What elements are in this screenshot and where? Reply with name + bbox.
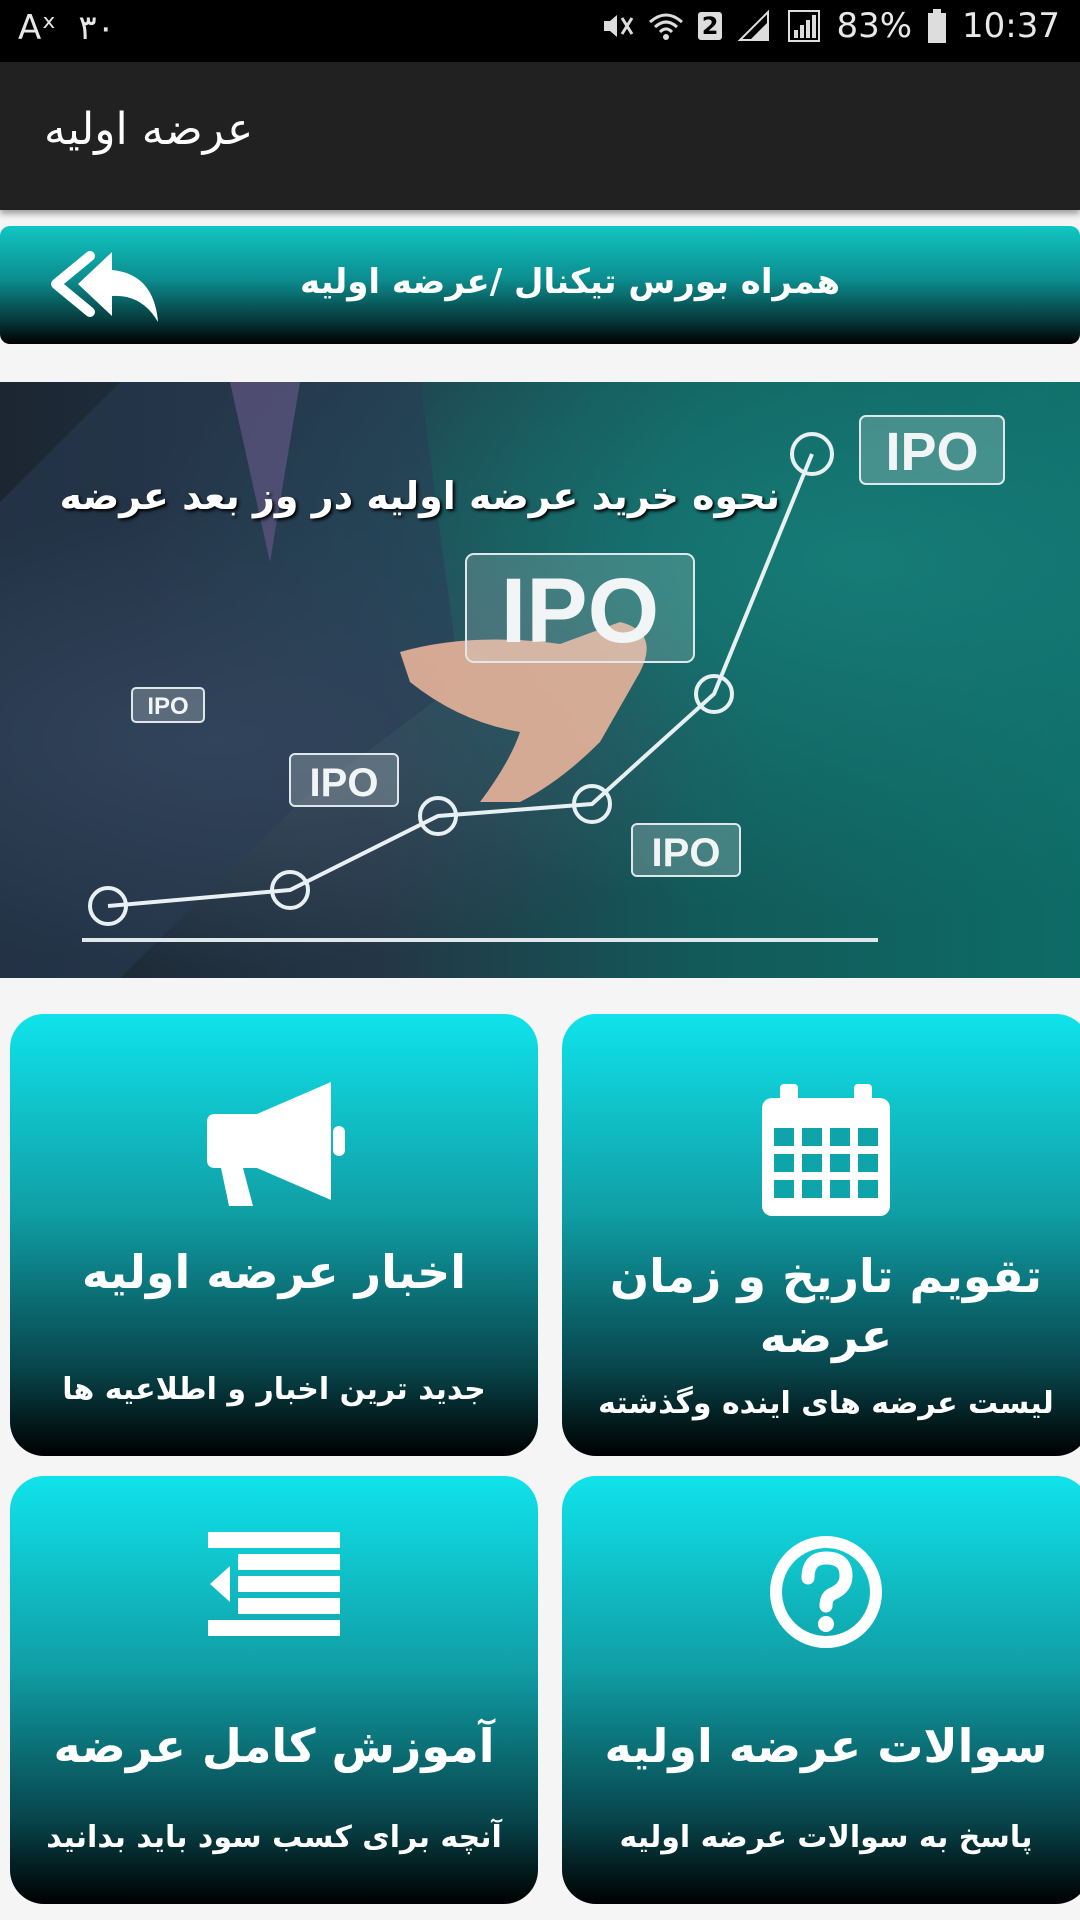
- sim-badge: 2: [697, 12, 723, 40]
- ipo-chart-graphic: IPO IPO IPO IPO IPO: [0, 382, 1005, 978]
- reply-all-back-icon[interactable]: [50, 248, 162, 326]
- list-indent-icon: [208, 1532, 340, 1636]
- font-indicator: Aˣ: [18, 8, 57, 48]
- mute-icon: [603, 15, 634, 37]
- card-title: آموزش کامل عرضه: [53, 1719, 495, 1773]
- ipo-faq-card[interactable]: سوالات عرضه اولیه پاسخ به سوالات عرضه او…: [562, 1476, 1080, 1904]
- card-subtitle: آنچه برای کسب سود باید بدانید: [46, 1820, 502, 1855]
- ipo-label-4: IPO: [652, 831, 721, 875]
- breadcrumb-text: همراه بورس تیکنال /عرضه اولیه: [300, 262, 841, 302]
- card-title: تقویم تاریخ و زمان عرضه: [609, 1249, 1043, 1363]
- megaphone-icon: [207, 1082, 345, 1206]
- notification-number: ۳۰: [78, 8, 115, 48]
- app-bar: عرضه اولیه: [0, 62, 1080, 210]
- ipo-calendar-card[interactable]: تقویم تاریخ و زمان عرضه لیست عرضه های ای…: [562, 1014, 1080, 1456]
- ipo-label-5: IPO: [147, 693, 188, 720]
- signal-icon: [738, 9, 770, 41]
- ipo-banner[interactable]: IPO IPO IPO IPO IPO نحوه خرید عرضه اولیه…: [0, 382, 1080, 978]
- page-title: عرضه اولیه: [44, 104, 254, 155]
- wifi-icon: [648, 13, 683, 40]
- card-subtitle: جدید ترین اخبار و اطلاعیه ها: [62, 1372, 486, 1407]
- ipo-label-1: IPO: [885, 422, 978, 482]
- clock: 10:37: [962, 6, 1060, 46]
- ipo-label-2: IPO: [501, 560, 659, 662]
- card-title: سوالات عرضه اولیه: [604, 1719, 1048, 1773]
- ipo-label-3: IPO: [310, 761, 379, 805]
- card-subtitle: پاسخ به سوالات عرضه اولیه: [619, 1820, 1033, 1855]
- signal-icon-2: [788, 10, 821, 42]
- status-bar: Aˣ ۳۰ 2 83% 10:37: [0, 0, 1080, 62]
- banner-caption: نحوه خرید عرضه اولیه در وز بعد عرضه: [59, 474, 781, 518]
- question-icon: [770, 1536, 882, 1648]
- card-subtitle: لیست عرضه های اینده وگذشته: [598, 1386, 1054, 1421]
- battery-icon: [928, 9, 947, 43]
- battery-percent: 83%: [836, 6, 913, 46]
- ipo-news-card[interactable]: اخبار عرضه اولیه جدید ترین اخبار و اطلاع…: [10, 1014, 538, 1456]
- ipo-education-card[interactable]: آموزش کامل عرضه آنچه برای کسب سود باید ب…: [10, 1476, 538, 1904]
- card-title: اخبار عرضه اولیه: [81, 1245, 467, 1299]
- breadcrumb: همراه بورس تیکنال /عرضه اولیه: [0, 226, 1080, 344]
- calendar-icon: [762, 1084, 890, 1216]
